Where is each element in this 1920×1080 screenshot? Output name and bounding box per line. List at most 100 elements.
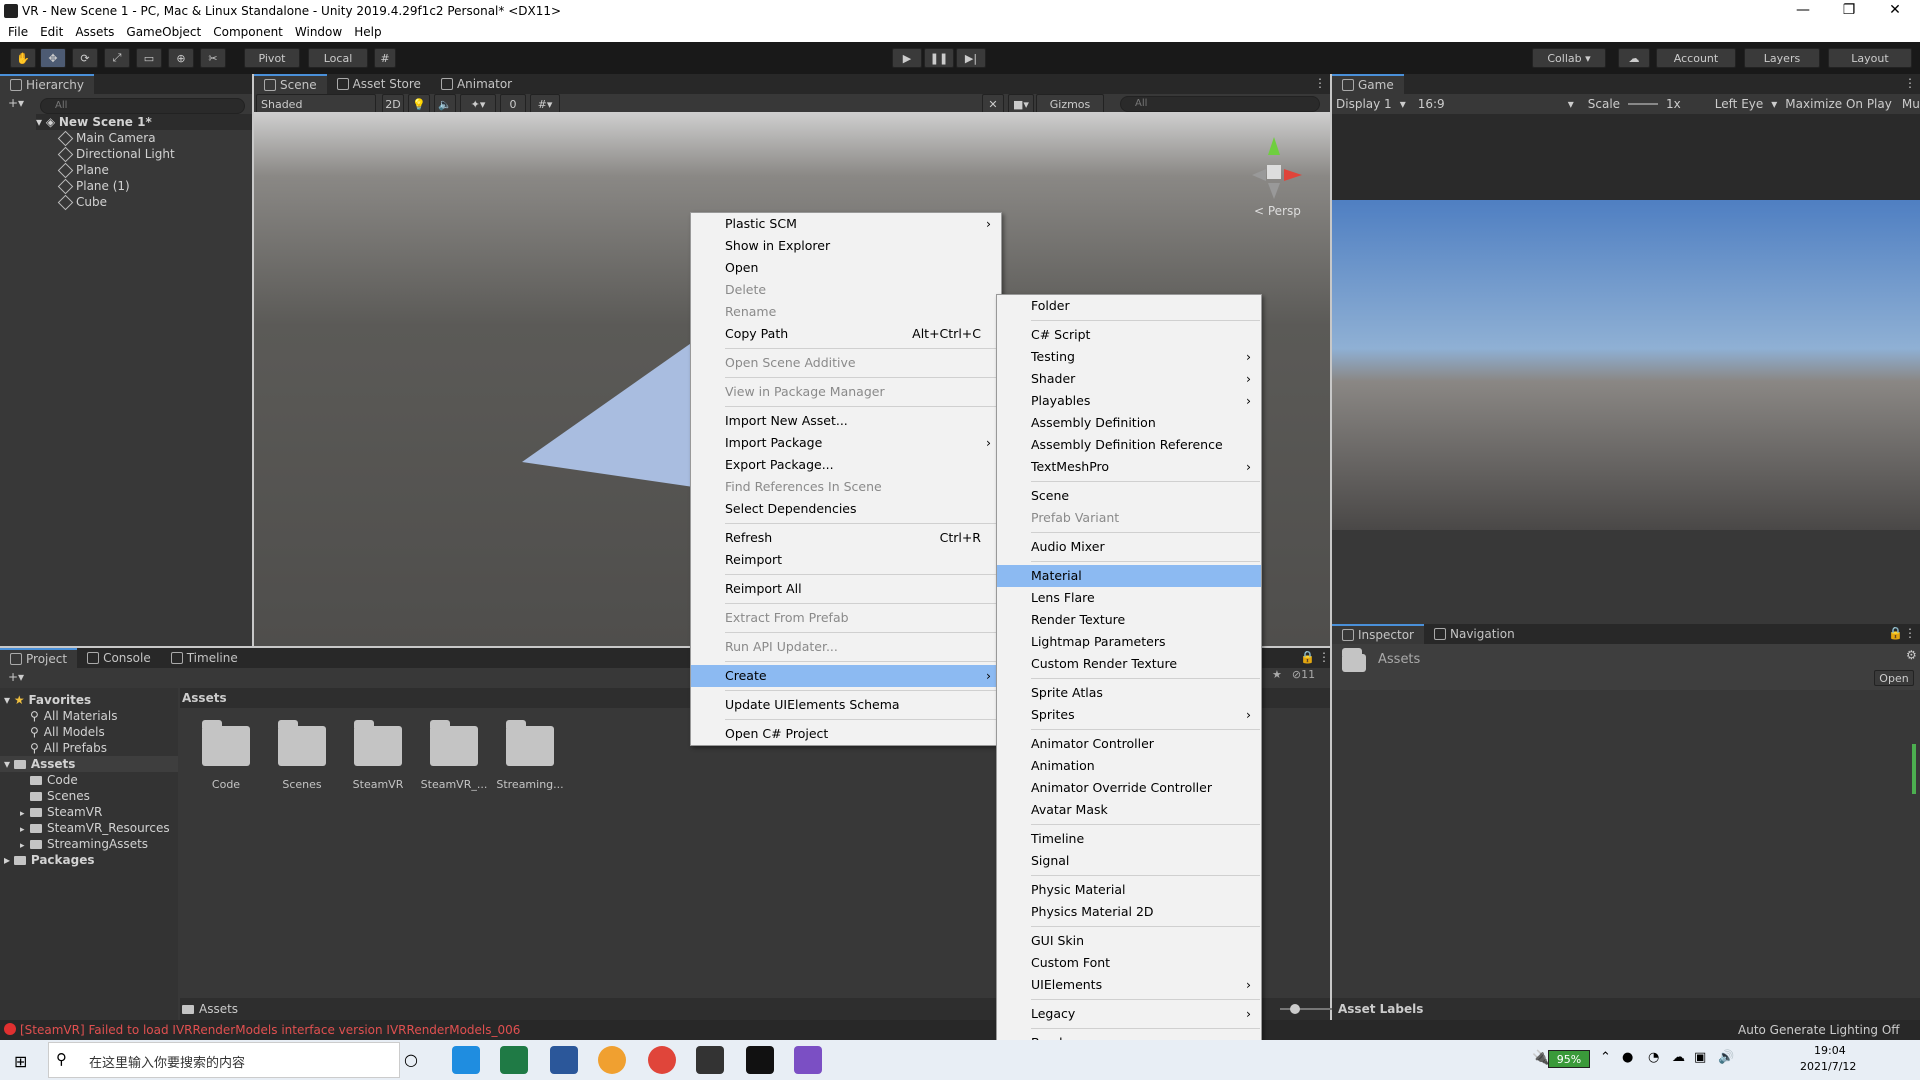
collab-button[interactable]: Collab ▾ <box>1532 48 1606 68</box>
word-icon[interactable] <box>550 1046 578 1074</box>
rect-tool-icon[interactable]: ▭ <box>136 48 162 68</box>
hand-tool-icon[interactable]: ✋ <box>10 48 36 68</box>
hidden-objects-counter[interactable]: 0 <box>500 94 526 114</box>
menu-assets[interactable]: Assets <box>75 25 114 39</box>
tray-app-icon[interactable]: ● <box>1622 1050 1633 1065</box>
layers-dropdown[interactable]: Layers <box>1744 48 1820 68</box>
menu-edit[interactable]: Edit <box>40 25 63 39</box>
clock-date[interactable]: 2021/7/12 <box>1800 1060 1856 1073</box>
eye-dropdown[interactable]: Left Eye <box>1715 97 1763 111</box>
panel-menu-icon[interactable]: ⋮ <box>1314 76 1326 90</box>
asset-grid-item[interactable]: Code <box>188 720 264 791</box>
asset-folder-item[interactable]: ▸ StreamingAssets <box>20 836 170 852</box>
menu-item-legacy[interactable]: Legacy › <box>997 1003 1261 1025</box>
menu-item-plastic-scm[interactable]: Plastic SCM › <box>691 213 1001 235</box>
tab-project[interactable]: Project <box>0 648 78 668</box>
menu-item-export-package[interactable]: Export Package... <box>691 454 1001 476</box>
scene-root[interactable]: ▾ ◈ New Scene 1* <box>36 114 252 130</box>
hierarchy-item[interactable]: Plane <box>57 162 175 179</box>
menu-item-import-package[interactable]: Import Package › <box>691 432 1001 454</box>
panel-menu-icon[interactable]: ⋮ <box>1318 650 1330 664</box>
tools-icon[interactable]: ✕ <box>982 94 1004 114</box>
volume-icon[interactable]: 🔊 <box>1718 1050 1734 1065</box>
favorite-item[interactable]: ⚲ All Materials <box>30 708 118 724</box>
icon-size-slider[interactable] <box>1280 1004 1340 1014</box>
menu-item-import-new-asset[interactable]: Import New Asset... <box>691 410 1001 432</box>
unity-hub-icon[interactable] <box>696 1046 724 1074</box>
local-toggle[interactable]: Local <box>308 48 368 68</box>
assets-root[interactable]: ▾ Assets <box>0 756 178 772</box>
tab-game[interactable]: Game <box>1332 74 1404 94</box>
menu-window[interactable]: Window <box>295 25 342 39</box>
edge-browser-icon[interactable] <box>452 1046 480 1074</box>
display-dropdown[interactable]: Display 1 <box>1336 97 1392 111</box>
menu-item-lens-flare[interactable]: Lens Flare <box>997 587 1261 609</box>
menu-item-material[interactable]: Material <box>997 565 1261 587</box>
tab-animator[interactable]: Animator <box>431 74 522 94</box>
project-breadcrumb[interactable]: Assets <box>182 691 227 705</box>
menu-file[interactable]: File <box>8 25 28 39</box>
maximize-button[interactable]: ❐ <box>1826 0 1872 22</box>
minimize-button[interactable]: — <box>1780 0 1826 22</box>
cloud-icon[interactable]: ☁ <box>1618 48 1650 68</box>
audio-app-icon[interactable] <box>598 1046 626 1074</box>
lighting-status[interactable]: Auto Generate Lighting Off <box>1738 1023 1900 1037</box>
2d-toggle[interactable]: 2D <box>382 94 404 114</box>
menu-help[interactable]: Help <box>354 25 381 39</box>
menu-item-copy-path[interactable]: Copy Path Alt+Ctrl+C <box>691 323 1001 345</box>
effects-dropdown-icon[interactable]: ✦▾ <box>460 94 496 114</box>
network-icon[interactable]: ▣ <box>1694 1050 1706 1065</box>
asset-grid-item[interactable]: SteamVR_... <box>416 720 492 791</box>
menu-item-animator-controller[interactable]: Animator Controller <box>997 733 1261 755</box>
clock-time[interactable]: 19:04 <box>1814 1044 1846 1057</box>
visual-studio-icon[interactable] <box>794 1046 822 1074</box>
lighting-toggle-icon[interactable]: 💡 <box>408 94 430 114</box>
aspect-dropdown[interactable]: 16:9 <box>1418 97 1568 111</box>
mute-toggle[interactable]: Mute <box>1902 97 1920 111</box>
play-button[interactable]: ▶ <box>892 48 922 68</box>
add-object-button[interactable]: +▾ <box>8 96 24 110</box>
tab-asset-store[interactable]: Asset Store <box>327 74 431 94</box>
menu-item-gui-skin[interactable]: GUI Skin <box>997 930 1261 952</box>
asset-grid-item[interactable]: SteamVR <box>340 720 416 791</box>
menu-item-lightmap-parameters[interactable]: Lightmap Parameters <box>997 631 1261 653</box>
tab-scene[interactable]: Scene <box>254 74 327 94</box>
favorite-item[interactable]: ⚲ All Prefabs <box>30 740 118 756</box>
unity-editor-icon[interactable] <box>746 1046 774 1074</box>
menu-item-render-texture[interactable]: Render Texture <box>997 609 1261 631</box>
move-tool-icon[interactable]: ✥ <box>40 48 66 68</box>
asset-labels-header[interactable]: Asset Labels <box>1338 1002 1423 1016</box>
packages-root[interactable]: ▸ Packages <box>4 852 94 868</box>
menu-item-signal[interactable]: Signal <box>997 850 1261 872</box>
custom-tool-icon[interactable]: ✂ <box>200 48 226 68</box>
scale-slider[interactable] <box>1628 103 1659 105</box>
menu-item-physic-material[interactable]: Physic Material <box>997 879 1261 901</box>
menu-item-playables[interactable]: Playables › <box>997 390 1261 412</box>
grid-dropdown-icon[interactable]: #▾ <box>530 94 560 114</box>
menu-item-audio-mixer[interactable]: Audio Mixer <box>997 536 1261 558</box>
menu-item-textmeshpro[interactable]: TextMeshPro › <box>997 456 1261 478</box>
menu-item-update-uielements-schema[interactable]: Update UIElements Schema <box>691 694 1001 716</box>
menu-item-custom-render-texture[interactable]: Custom Render Texture <box>997 653 1261 675</box>
close-button[interactable]: ✕ <box>1872 0 1918 22</box>
menu-item-sprites[interactable]: Sprites › <box>997 704 1261 726</box>
asset-grid-item[interactable]: Scenes <box>264 720 340 791</box>
audio-toggle-icon[interactable]: 🔈 <box>434 94 456 114</box>
step-button[interactable]: ▶| <box>956 48 986 68</box>
menu-item-timeline[interactable]: Timeline <box>997 828 1261 850</box>
grid-snap-icon[interactable]: # <box>374 48 396 68</box>
tray-chevron-icon[interactable]: ⌃ <box>1600 1050 1611 1065</box>
windows-start-icon[interactable]: ⊞ <box>14 1052 27 1071</box>
battery-indicator[interactable]: 95% <box>1548 1050 1590 1068</box>
rotate-tool-icon[interactable]: ⟳ <box>72 48 98 68</box>
menu-item-create[interactable]: Create › <box>691 665 1001 687</box>
menu-item-animator-override-controller[interactable]: Animator Override Controller <box>997 777 1261 799</box>
perspective-label[interactable]: < Persp <box>1254 204 1301 218</box>
menu-gameobject[interactable]: GameObject <box>126 25 201 39</box>
menu-item-show-in-explorer[interactable]: Show in Explorer <box>691 235 1001 257</box>
favorite-item[interactable]: ⚲ All Models <box>30 724 118 740</box>
pause-button[interactable]: ❚❚ <box>924 48 954 68</box>
hierarchy-search-input[interactable]: All <box>40 98 245 114</box>
menu-item-assembly-definition[interactable]: Assembly Definition <box>997 412 1261 434</box>
gizmos-dropdown[interactable]: Gizmos <box>1036 94 1104 114</box>
